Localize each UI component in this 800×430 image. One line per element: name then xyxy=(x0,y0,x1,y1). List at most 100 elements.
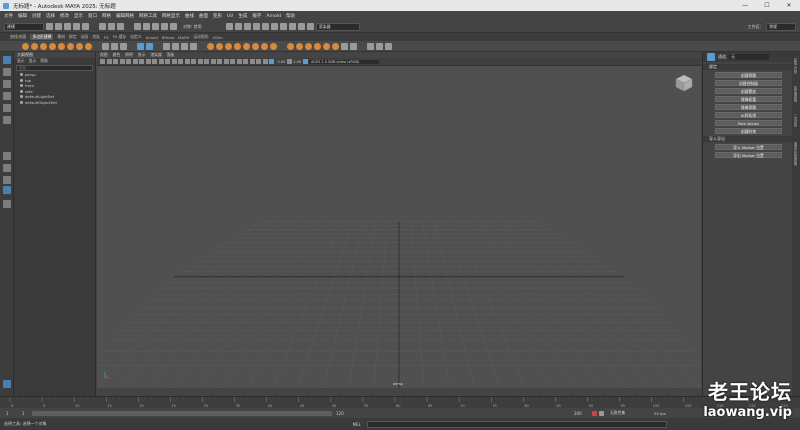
rig-button-2[interactable]: 创建蒙皮 xyxy=(715,88,782,94)
colorspace-dropdown[interactable]: ACES 1.0 SDR-video (sRGB) xyxy=(309,59,380,64)
single-view-icon[interactable] xyxy=(3,152,11,160)
menu-13[interactable]: 变形 xyxy=(213,13,222,19)
menu-0[interactable]: 文件 xyxy=(4,13,13,19)
new-scene-icon[interactable] xyxy=(46,23,53,30)
shelf-tab-1[interactable]: 多边形建模 xyxy=(30,34,54,40)
multi-cut-icon[interactable] xyxy=(252,42,259,50)
io-button-0[interactable]: 导入 Marker 位置 xyxy=(715,144,782,150)
range-end-field[interactable]: 120 xyxy=(336,411,354,416)
shelf-tab-2[interactable]: 雕刻 xyxy=(57,34,65,40)
field-chart-icon[interactable] xyxy=(165,59,170,64)
snap-curve-icon[interactable] xyxy=(143,23,150,30)
render-settings-icon[interactable] xyxy=(243,23,251,30)
close-button[interactable]: ✕ xyxy=(778,2,800,9)
center-pivot-icon[interactable] xyxy=(367,42,374,50)
perspective-viewport[interactable]: persp xyxy=(97,66,701,388)
uv-editor-icon[interactable] xyxy=(350,42,357,50)
use-lights-icon[interactable] xyxy=(217,59,222,64)
uv-icon[interactable] xyxy=(341,42,348,50)
type-icon[interactable] xyxy=(120,42,127,50)
antialias-icon[interactable] xyxy=(243,59,248,64)
xray-joints-icon[interactable] xyxy=(262,59,268,64)
maximize-button[interactable]: ☐ xyxy=(756,2,778,9)
svg-icon[interactable] xyxy=(102,42,109,50)
outliner-menu-0[interactable]: 显示 xyxy=(17,58,25,64)
workspace-selector[interactable]: 常规 xyxy=(766,22,796,31)
shelf-tab-10[interactable]: Bifrost xyxy=(162,35,174,40)
gamma-icon[interactable] xyxy=(286,59,292,64)
edge-loop-icon[interactable] xyxy=(296,42,303,50)
menu-2[interactable]: 创建 xyxy=(32,13,41,19)
ipr-render-icon[interactable] xyxy=(234,23,242,30)
rig-button-7[interactable]: 创建约束 xyxy=(715,128,782,134)
menu-18[interactable]: 帮助 xyxy=(286,13,295,19)
shelf-tab-5[interactable]: 渲染 xyxy=(92,34,100,40)
section-import-export[interactable]: 导入导出 xyxy=(703,136,792,142)
range-inner-start[interactable]: 1 xyxy=(22,411,32,416)
move-tool-icon[interactable] xyxy=(3,92,11,100)
grease-pencil-icon[interactable] xyxy=(132,59,138,64)
menu-9[interactable]: 网格工具 xyxy=(139,13,157,19)
four-view-icon[interactable] xyxy=(3,164,11,172)
wireframe-on-shaded-icon[interactable] xyxy=(204,59,209,64)
select-hierarchy-icon[interactable] xyxy=(99,23,106,30)
boolean-icon[interactable] xyxy=(172,42,179,50)
playback-end-field[interactable]: 200 xyxy=(574,411,592,416)
rig-button-5[interactable]: IK样条线 xyxy=(715,112,782,118)
cone-icon[interactable] xyxy=(49,42,56,50)
cube-icon[interactable] xyxy=(31,42,38,50)
scale-tool-icon[interactable] xyxy=(3,116,11,124)
menu-6[interactable]: 窗口 xyxy=(88,13,97,19)
reduce-icon[interactable] xyxy=(190,42,197,50)
select-tool-icon[interactable] xyxy=(3,56,11,64)
right-tab-3[interactable]: 通道盒/层编辑器 xyxy=(793,142,798,165)
fill-hole-icon[interactable] xyxy=(234,42,241,50)
crease-icon[interactable] xyxy=(332,42,339,50)
wireframe-icon[interactable] xyxy=(184,59,190,64)
shelf-tab-12[interactable]: 运动图形 xyxy=(193,34,208,40)
camera-attr-icon[interactable] xyxy=(106,59,112,64)
lasso-tool-icon[interactable] xyxy=(3,68,11,76)
bevel-icon[interactable] xyxy=(216,42,223,50)
shelf-tab-4[interactable]: 动画 xyxy=(81,34,89,40)
menu-14[interactable]: UV xyxy=(227,14,233,19)
select-object-icon[interactable] xyxy=(108,23,115,30)
append-icon[interactable] xyxy=(243,42,250,50)
extrude-icon[interactable] xyxy=(207,42,214,50)
smooth-icon[interactable] xyxy=(163,42,170,50)
menu-17[interactable]: Arnold xyxy=(266,14,281,19)
sphere-icon[interactable] xyxy=(22,42,29,50)
offset-loop-icon[interactable] xyxy=(305,42,312,50)
menu-12[interactable]: 曲面 xyxy=(199,13,208,19)
frame-icon[interactable] xyxy=(297,23,305,30)
hypershade-icon[interactable] xyxy=(252,23,260,30)
snap-grid-icon[interactable] xyxy=(134,23,141,30)
snap-view-icon[interactable] xyxy=(161,23,168,30)
isolate-select-icon[interactable] xyxy=(249,59,255,64)
magnifier-icon[interactable] xyxy=(3,200,11,208)
script-mode-label[interactable]: MEL xyxy=(353,422,361,427)
shelf-tab-11[interactable]: MASH xyxy=(178,35,189,40)
right-tab-1[interactable]: 属性编辑器 xyxy=(793,86,798,102)
outliner-layout-icon[interactable] xyxy=(3,176,11,184)
cylinder-icon[interactable] xyxy=(40,42,47,50)
resolution-gate-icon[interactable] xyxy=(152,59,157,64)
shelf-tab-13[interactable]: XGen xyxy=(213,35,223,40)
shelf-tab-9[interactable]: Arnold xyxy=(146,35,158,40)
time-slider[interactable]: 0 5 10 15 20 25 30 35 40 45 50 55 60 65 70 75 80 85 90 95 10… xyxy=(0,396,800,408)
range-start-field[interactable]: 1 xyxy=(6,411,22,416)
ambient-occlusion-icon[interactable] xyxy=(230,59,235,64)
menu-5[interactable]: 显示 xyxy=(74,13,83,19)
slide-edge-icon[interactable] xyxy=(323,42,330,50)
io-button-1[interactable]: 导出 Marker 位置 xyxy=(715,152,782,158)
gate-mask-icon[interactable] xyxy=(158,59,164,64)
torus-icon[interactable] xyxy=(58,42,65,50)
paint-select-icon[interactable] xyxy=(3,80,11,88)
text-icon[interactable] xyxy=(111,42,118,50)
bridge-icon[interactable] xyxy=(225,42,232,50)
separate-icon[interactable] xyxy=(146,42,153,50)
xray-icon[interactable] xyxy=(256,59,261,64)
snap-surface-icon[interactable] xyxy=(170,23,177,30)
section-rigging[interactable]: 绑定 xyxy=(703,64,792,70)
rig-button-1[interactable]: 创建控制器 xyxy=(715,80,782,86)
